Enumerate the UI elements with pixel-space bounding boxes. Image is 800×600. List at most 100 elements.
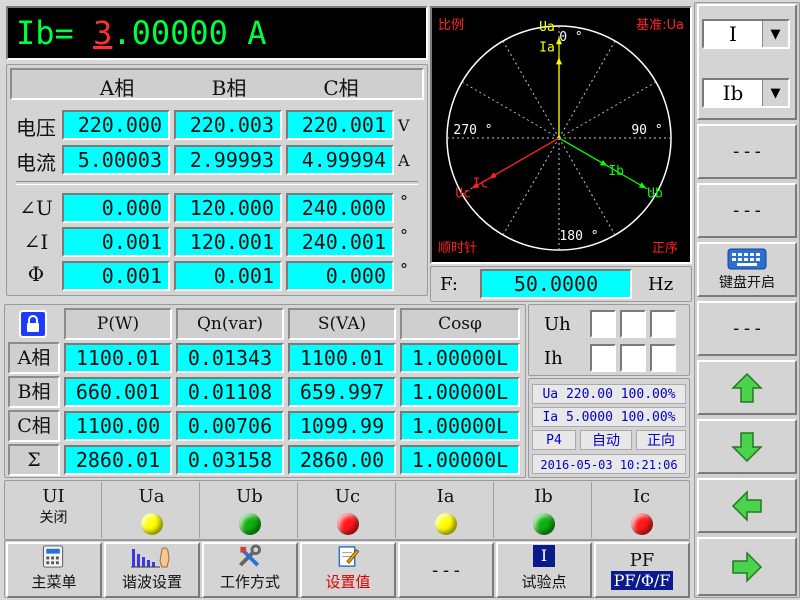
ia-status-line: Ia 5.0000 100.00% bbox=[532, 407, 686, 427]
angle-u-label: ∠U bbox=[19, 196, 53, 220]
pf-mode-selected: PF/Φ/F bbox=[610, 571, 674, 590]
up-arrow-button[interactable] bbox=[697, 360, 797, 415]
power-cell: 0.00706 bbox=[176, 411, 284, 441]
uh-checkboxes bbox=[590, 310, 680, 342]
set-value-label: 设置值 bbox=[325, 573, 371, 591]
power-row-label: B相 bbox=[8, 376, 60, 408]
phi-b-value: 0.001 bbox=[174, 261, 282, 291]
vector-plot: 0 ° 90 ° 180 ° 270 ° Ua Ub Uc Ia Ib Ic bbox=[446, 20, 672, 251]
keyboard-toggle-label: 键盘开启 bbox=[719, 274, 775, 291]
sidebar-dash-button-1[interactable]: --- bbox=[697, 124, 797, 179]
work-mode-button[interactable]: 工作方式 bbox=[202, 542, 298, 598]
voltage-label: 电压 bbox=[16, 116, 56, 140]
power-header-3: Cosφ bbox=[400, 308, 520, 340]
param-digits: .00000 bbox=[112, 14, 228, 52]
scale-label: 比例 bbox=[438, 18, 465, 33]
uh-checkbox-1[interactable] bbox=[590, 310, 616, 338]
parameter-select-value: Ib bbox=[722, 81, 744, 105]
grid-spoke bbox=[502, 137, 560, 236]
vector-label-ua: Ua bbox=[539, 20, 555, 35]
down-arrow-button[interactable] bbox=[697, 419, 797, 474]
right-arrow-button[interactable] bbox=[697, 537, 797, 596]
power-row-label: C相 bbox=[8, 410, 60, 442]
angle-i-label: ∠I bbox=[23, 230, 49, 254]
status-lamp-icon bbox=[336, 513, 359, 535]
current-c-value: 4.99994 bbox=[286, 145, 394, 175]
status-lamp-icon bbox=[630, 513, 653, 535]
angle-label-top: 0 ° bbox=[559, 30, 582, 45]
chevron-down-icon[interactable]: ▼ bbox=[762, 21, 788, 47]
lock-icon bbox=[27, 315, 39, 332]
ua-status-line: Ua 220.00 100.00% bbox=[532, 384, 686, 404]
power-cell: 1.00000L bbox=[400, 411, 520, 441]
mode-indicator: 自动 bbox=[580, 430, 632, 450]
set-value-button[interactable]: 设置值 bbox=[300, 542, 396, 598]
angle-i-c-value: 240.001 bbox=[286, 227, 394, 257]
ui-toggle[interactable]: UI 关闭 bbox=[6, 482, 102, 538]
test-point-button[interactable]: I 试验点 bbox=[496, 542, 592, 598]
active-digit[interactable]: 3 bbox=[93, 14, 112, 52]
reference-label: 基准:Ua bbox=[636, 18, 684, 33]
chevron-down-icon[interactable]: ▼ bbox=[762, 80, 788, 106]
ih-checkbox-3[interactable] bbox=[650, 344, 676, 372]
keyboard-toggle-button[interactable]: 键盘开启 bbox=[697, 242, 797, 297]
power-cell: 1099.99 bbox=[288, 411, 396, 441]
phi-label: Φ bbox=[27, 262, 45, 286]
lock-button[interactable] bbox=[19, 310, 47, 338]
main-menu-button[interactable]: 主菜单 bbox=[6, 542, 102, 598]
sidebar-dash-button-3[interactable]: --- bbox=[697, 301, 797, 356]
indicator-ib: Ib bbox=[496, 482, 592, 538]
ih-label: Ih bbox=[544, 348, 563, 369]
param-label: Ib= bbox=[16, 14, 74, 52]
grid-spoke bbox=[558, 137, 616, 236]
power-cell: 1100.00 bbox=[64, 411, 172, 441]
harmonic-settings-button[interactable]: 谐波设置 bbox=[104, 542, 200, 598]
angle-label-left: 270 ° bbox=[453, 123, 492, 138]
angle-label-bottom: 180 ° bbox=[559, 229, 598, 244]
arrow-down-icon bbox=[731, 431, 763, 462]
indicator-label: Ib bbox=[534, 486, 553, 507]
ih-checkbox-1[interactable] bbox=[590, 344, 616, 372]
parameter-select[interactable]: Ib ▼ bbox=[702, 78, 790, 108]
ih-checkbox-2[interactable] bbox=[620, 344, 646, 372]
indicator-label: Ua bbox=[138, 486, 165, 507]
power-cell: 2860.01 bbox=[64, 445, 172, 475]
power-cell: 1.00000L bbox=[400, 343, 520, 373]
arrow-right-icon bbox=[732, 550, 763, 583]
sidebar-dash-button-2[interactable]: --- bbox=[697, 183, 797, 238]
channel-select[interactable]: I ▼ bbox=[702, 19, 790, 49]
pf-mode-button[interactable]: PF PF/Φ/F bbox=[594, 542, 690, 598]
angle-u-b-value: 120.000 bbox=[174, 193, 282, 223]
pf-mode-top: PF bbox=[629, 550, 655, 571]
vector-ic bbox=[488, 137, 560, 179]
angle-i-unit: ° bbox=[400, 226, 408, 245]
test-point-label: 试验点 bbox=[521, 573, 567, 591]
phi-a-value: 0.001 bbox=[62, 261, 170, 291]
power-cell: 659.997 bbox=[288, 377, 396, 407]
status-lamp-icon bbox=[532, 513, 555, 535]
status-lamp-icon bbox=[140, 513, 163, 535]
current-label: 电流 bbox=[16, 151, 56, 175]
channel-select-value: I bbox=[729, 22, 737, 46]
direction-indicator: 正向 bbox=[636, 430, 686, 450]
frequency-unit: Hz bbox=[648, 274, 674, 295]
uh-checkbox-2[interactable] bbox=[620, 310, 646, 338]
power-row-label: Σ bbox=[8, 444, 60, 476]
vector-diagram: 0 ° 90 ° 180 ° 270 ° Ua Ub Uc Ia Ib Ic 比例 基准:Ua 顺… bbox=[430, 6, 692, 264]
power-row-label: A相 bbox=[8, 342, 60, 374]
angle-i-a-value: 0.001 bbox=[62, 227, 170, 257]
status-lamp-icon bbox=[238, 513, 261, 535]
angle-u-unit: ° bbox=[400, 192, 408, 211]
ui-toggle-label: UI bbox=[42, 486, 65, 507]
vector-ib bbox=[558, 137, 608, 167]
power-cell: 660.001 bbox=[64, 377, 172, 407]
voltage-unit: V bbox=[398, 116, 410, 135]
toolbar-dash-button[interactable]: --- bbox=[398, 542, 494, 598]
uh-checkbox-3[interactable] bbox=[650, 310, 676, 338]
arrow-up-icon bbox=[731, 372, 763, 403]
left-arrow-button[interactable] bbox=[697, 478, 797, 533]
indicator-ic: Ic bbox=[594, 482, 690, 538]
vector-label-ic: Ic bbox=[473, 176, 489, 191]
current-a-value: 5.00003 bbox=[62, 145, 170, 175]
edit-document-icon bbox=[338, 546, 360, 567]
